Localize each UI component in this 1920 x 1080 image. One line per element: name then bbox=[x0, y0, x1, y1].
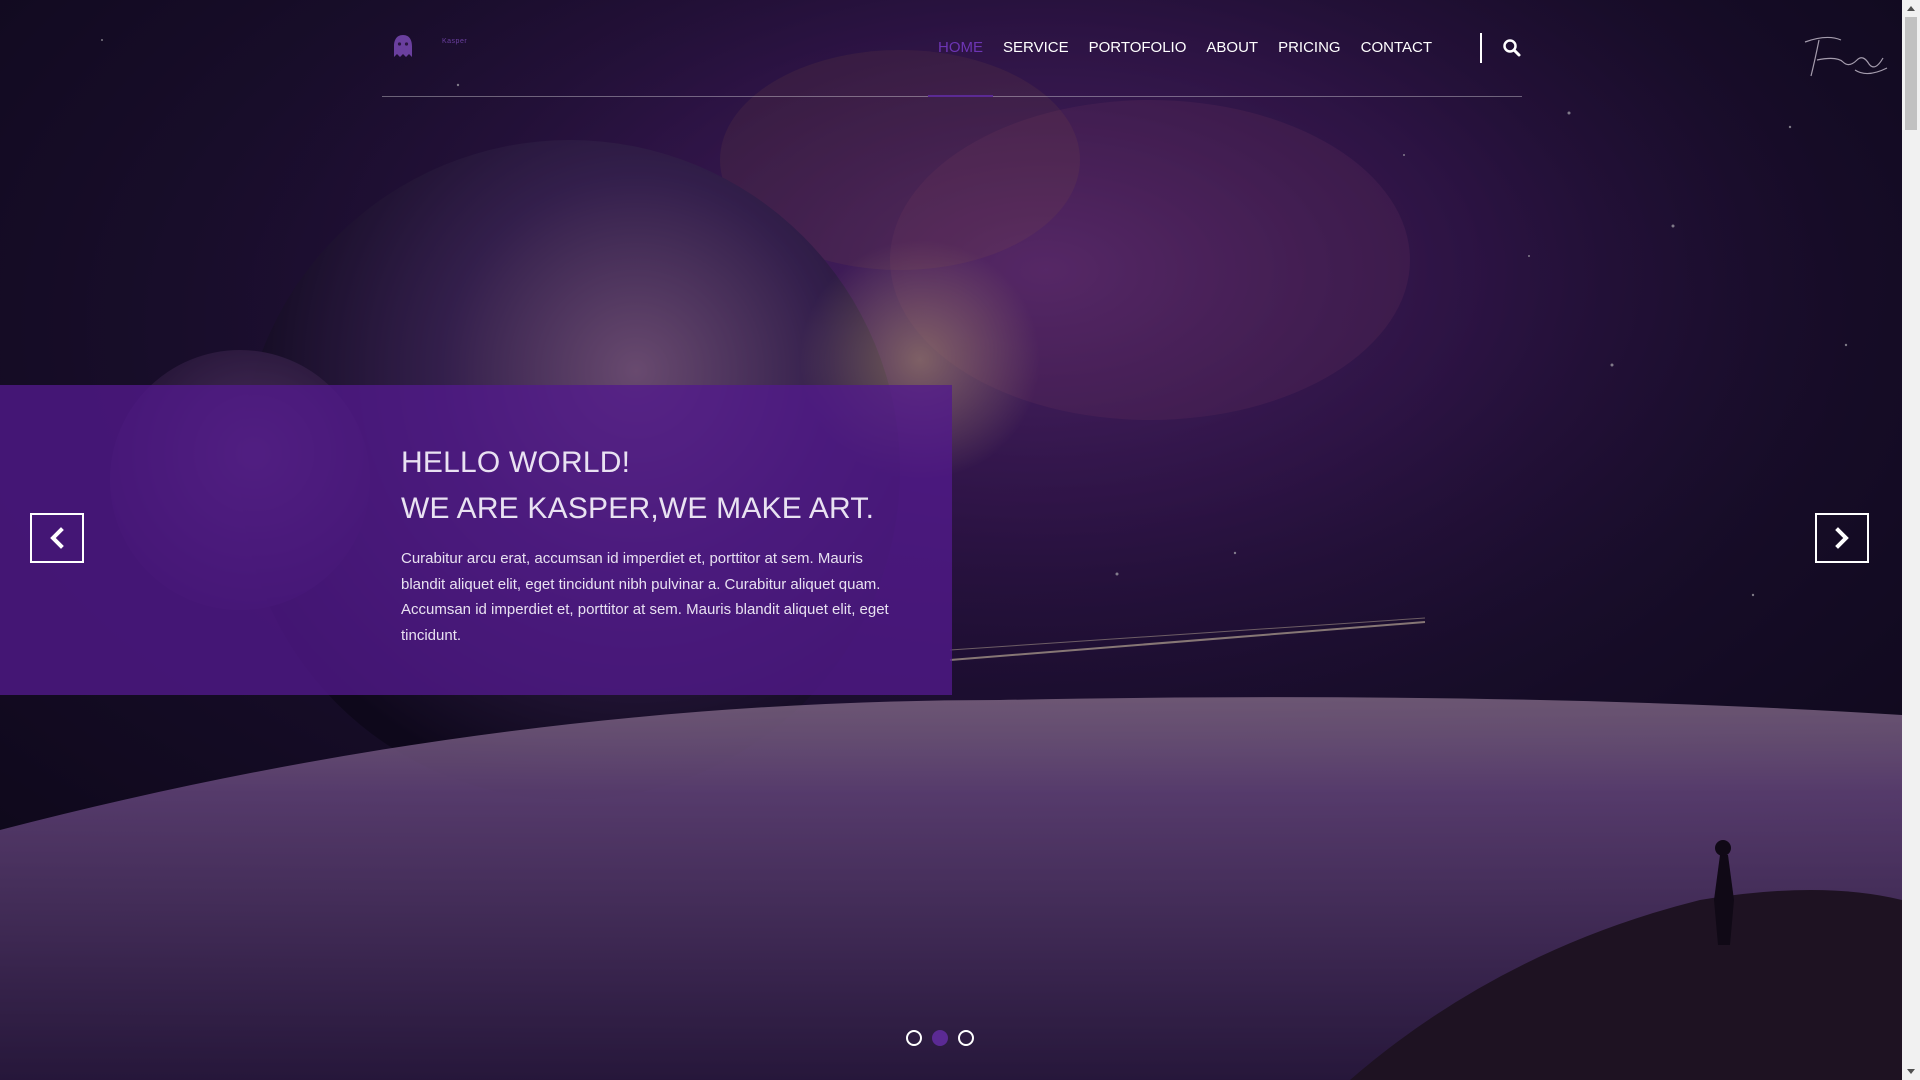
page: Kasper HOME SERVICE PORTOFOLIO ABOUT PRI… bbox=[0, 0, 1902, 1080]
page-scrollbar[interactable] bbox=[1902, 0, 1920, 1080]
ghost-icon[interactable] bbox=[392, 34, 414, 58]
main-nav: HOME SERVICE PORTOFOLIO ABOUT PRICING CO… bbox=[928, 0, 1442, 97]
nav-item-about[interactable]: ABOUT bbox=[1196, 0, 1268, 96]
next-slide-button[interactable] bbox=[1815, 513, 1869, 563]
nav-divider bbox=[1480, 33, 1482, 63]
logo-text[interactable]: Kasper bbox=[442, 38, 467, 45]
chevron-left-icon bbox=[50, 527, 64, 549]
slide-title-line-1: HELLO WORLD! bbox=[401, 446, 631, 479]
site-header: Kasper HOME SERVICE PORTOFOLIO ABOUT PRI… bbox=[382, 0, 1522, 97]
slider-dots bbox=[906, 1030, 974, 1046]
prev-slide-button[interactable] bbox=[30, 513, 84, 563]
nav-item-service[interactable]: SERVICE bbox=[993, 0, 1079, 96]
scroll-down-arrow-icon[interactable] bbox=[1902, 1063, 1920, 1080]
nav-item-portofolio[interactable]: PORTOFOLIO bbox=[1079, 0, 1197, 96]
nav-item-home[interactable]: HOME bbox=[928, 0, 993, 97]
nav-item-contact[interactable]: CONTACT bbox=[1351, 0, 1442, 96]
slider-dot-2[interactable] bbox=[932, 1030, 948, 1046]
nav-item-pricing[interactable]: PRICING bbox=[1268, 0, 1351, 96]
slider-dot-1[interactable] bbox=[906, 1030, 922, 1046]
scroll-up-arrow-icon[interactable] bbox=[1902, 0, 1920, 17]
slide-title-line-2: WE ARE KASPER,WE MAKE ART. bbox=[401, 492, 875, 525]
slide-description: Curabitur arcu erat, accumsan id imperdi… bbox=[401, 550, 889, 644]
search-icon[interactable] bbox=[1502, 38, 1522, 58]
slide-caption-panel bbox=[0, 385, 952, 695]
scrollbar-thumb[interactable] bbox=[1905, 17, 1917, 130]
chevron-right-icon bbox=[1835, 527, 1849, 549]
slide-title: HELLO WORLD! WE ARE KASPER,WE MAKE ART. bbox=[401, 440, 874, 532]
signature-logo bbox=[1804, 36, 1888, 77]
slider-dot-3[interactable] bbox=[958, 1030, 974, 1046]
